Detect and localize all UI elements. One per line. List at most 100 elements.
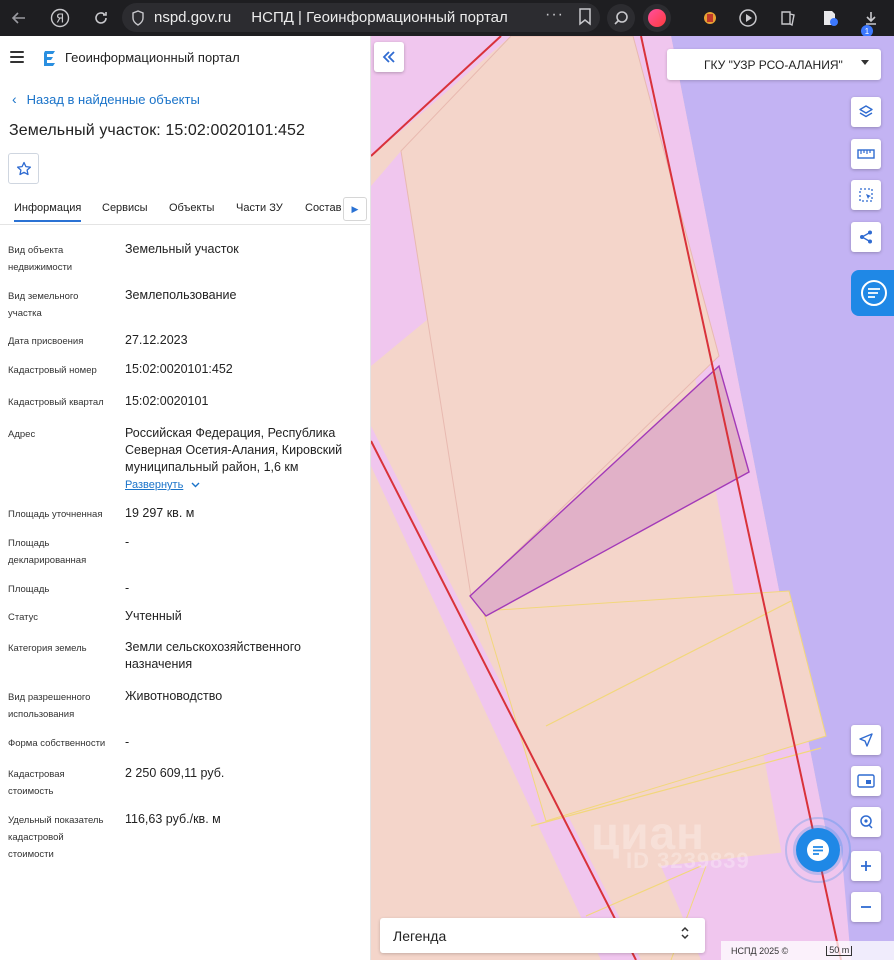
prop-label-address: Адрес [8,429,36,440]
back-arrow-icon[interactable] [8,7,30,29]
prop-label-area: Площадь [8,584,50,595]
browser-toolbar: Я nspd.gov.ru НСПД | Геоинформационный п… [0,0,894,37]
select-area-icon [859,188,873,202]
star-icon [16,161,31,175]
prop-label-cadastral-value: Кадастровая стоимость [8,769,65,797]
select-area-button[interactable] [851,180,881,210]
map-view[interactable]: циан ID 3239839 ГКУ "УЗР РСО-АЛАНИЯ" Лег… [371,36,894,960]
chevron-left-icon: ‹ [12,91,17,107]
plus-icon [861,861,871,871]
organization-selector[interactable]: ГКУ "УЗР РСО-АЛАНИЯ" [667,49,881,80]
minus-icon [861,906,871,908]
yandex-icon[interactable]: Я [49,7,71,29]
prop-label-permitted-use: Вид разрешенного использования [8,692,91,720]
prop-value-area-refined: 19 297 кв. м [125,506,195,520]
ruler-icon [857,149,875,159]
address-bar[interactable]: nspd.gov.ru НСПД | Геоинформационный пор… [122,3,600,32]
url-text: nspd.gov.ru [154,9,232,26]
prop-label-plot-type: Вид земельного участка [8,291,79,319]
tab-title: НСПД | Геоинформационный портал [251,9,508,26]
tab-info[interactable]: Информация [14,202,82,222]
share-button[interactable] [851,222,881,252]
tab-services[interactable]: Сервисы [102,202,148,214]
chat-button[interactable] [796,828,840,872]
extension-icon[interactable] [699,7,721,29]
watermark-id: ID 3239839 [626,848,750,873]
message-icon [807,839,829,861]
prop-label-cadastral-block: Кадастровый квартал [8,397,104,408]
search-map-button[interactable] [851,807,881,837]
prop-value-ownership: - [125,735,130,749]
collections-icon[interactable] [777,7,799,29]
prop-label-area-declared: Площадь декларированная [8,538,87,566]
bookmark-icon[interactable] [578,8,592,31]
search-icon[interactable] [607,4,635,32]
app-title: Геоинформационный портал [65,50,240,65]
expand-collapse-icon [680,925,690,943]
prop-value-plot-type: Землепользование [125,288,237,302]
chevron-down-icon [191,480,200,490]
navigation-arrow-icon [859,733,873,747]
organization-selector-value: ГКУ "УЗР РСО-АЛАНИЯ" [704,57,843,72]
menu-icon[interactable] [10,51,24,63]
prop-value-address: Российская Федерация, Республика Северна… [125,426,343,474]
svg-text:Я: Я [56,12,64,26]
document-check-icon[interactable] [819,7,841,29]
back-label: Назад в найденные объекты [26,91,200,107]
prop-value-area-declared: - [125,535,130,549]
prop-value-cadastral-value: 2 250 609,11 руб. [125,766,225,780]
caret-down-icon [861,60,869,65]
minimap-icon [857,774,875,788]
prop-label-land-category: Категория земель [8,643,87,654]
prop-value-cadastral-number: 15:02:0020101:452 [125,362,233,376]
prop-label-area-refined: Площадь уточненная [8,509,103,520]
downloads-icon[interactable]: 1 [860,7,882,37]
prop-value-permitted-use: Животноводство [125,689,223,703]
prop-value-assigned-date: 27.12.2023 [125,333,188,347]
legend-label: Легенда [393,927,447,944]
prop-value-cadastral-block: 15:02:0020101 [125,394,209,408]
scale-bar: 50 m [826,945,853,956]
double-chevron-left-icon [382,51,395,63]
reload-icon[interactable] [90,7,112,29]
tab-plot-parts[interactable]: Части ЗУ [236,202,283,214]
prop-label-cadastral-number: Кадастровый номер [8,365,97,376]
layers-icon [859,105,873,118]
app-header: Геоинформационный портал [0,36,370,80]
my-location-button[interactable] [851,725,881,755]
prop-value-status: Учтенный [125,609,182,623]
alice-assistant-icon[interactable] [643,4,671,32]
minimap-button[interactable] [851,766,881,796]
collapse-panel-button[interactable] [374,42,404,72]
ruler-button[interactable] [851,139,881,169]
prop-value-object-type: Земельный участок [125,242,239,256]
prop-value-area: - [125,581,130,595]
zoom-out-button[interactable] [851,892,881,922]
chat-bubble-icon [861,280,887,306]
prop-label-status: Статус [8,612,39,623]
map-attribution: НСПД 2025 © 50 m [721,941,894,960]
prop-value-specific-value: 116,63 руб./кв. м [125,812,221,826]
prop-value-land-category: Земли сельскохозяйственного назначения [125,640,301,671]
layers-button[interactable] [851,97,881,127]
share-icon [860,230,872,244]
media-icon[interactable] [737,7,759,29]
prop-label-object-type: Вид объекта недвижимости [8,245,73,273]
prop-label-specific-value: Удельный показатель кадастровой стоимости [8,815,104,860]
map-search-icon [860,815,873,829]
page-title: Земельный участок: 15:02:0020101:452 [9,122,306,139]
tab-composition[interactable]: Состав [305,202,341,214]
tab-objects[interactable]: Объекты [169,202,214,214]
favorite-button[interactable] [8,153,39,184]
back-to-results-link[interactable]: ‹ Назад в найденные объекты [12,91,200,107]
zoom-in-button[interactable] [851,851,881,881]
more-dots-icon[interactable]: ··· [545,6,564,24]
portal-logo-icon [44,51,55,66]
prop-label-assigned-date: Дата присвоения [8,336,84,347]
tab-bar: Информация Сервисы Объекты Части ЗУ Сост… [0,195,370,225]
tabs-scroll-right-button[interactable]: ▶ [343,197,367,221]
legend-panel[interactable]: Легенда [380,918,705,953]
feedback-side-button[interactable] [851,270,894,316]
expand-address-link[interactable]: Развернуть [125,479,200,491]
object-info-panel: Геоинформационный портал ‹ Назад в найде… [0,36,371,960]
